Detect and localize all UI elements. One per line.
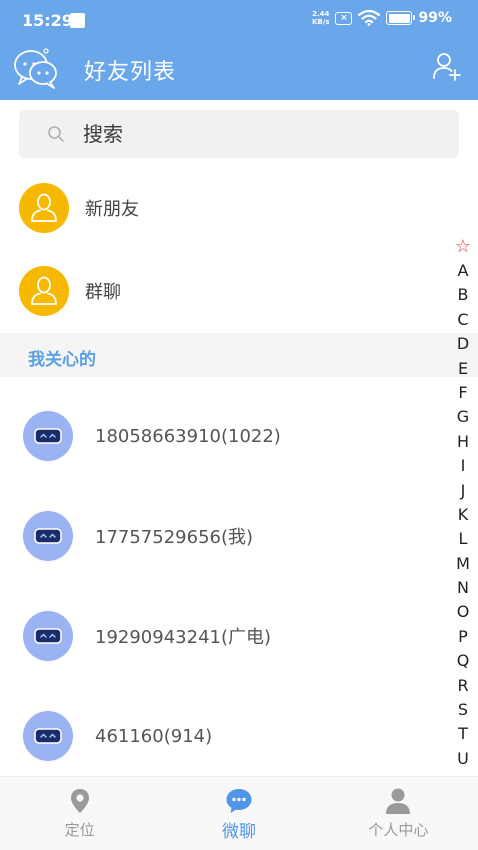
sim-disabled-icon: × [335, 11, 353, 25]
add-friend-icon[interactable] [432, 51, 462, 81]
network-speed-unit: KB/s [312, 18, 330, 26]
person-outline-icon [31, 276, 57, 305]
search-box[interactable] [19, 110, 459, 158]
network-speed-value: 2.44 [312, 10, 330, 18]
notification-icon [70, 13, 85, 28]
alpha-index-star[interactable]: ☆ [455, 235, 471, 259]
location-pin-icon [70, 789, 89, 813]
alpha-index-letter[interactable]: H [457, 430, 469, 454]
chat-logo-icon [14, 48, 57, 89]
alpha-index-letter[interactable]: L [459, 527, 468, 551]
alpha-index-letter[interactable]: C [457, 308, 468, 332]
robot-face-icon [34, 628, 62, 644]
contact-name: 17757529656(我) [95, 527, 254, 548]
alpha-index-letter[interactable]: D [457, 332, 469, 356]
new-friends-avatar [19, 183, 69, 233]
person-outline-icon [31, 193, 57, 222]
battery-level: 99% [418, 10, 452, 26]
group-chat-label: 群聊 [85, 282, 121, 303]
contact-name: 461160(914) [95, 725, 213, 747]
contact-row[interactable]: 19290943241(广电) [0, 586, 450, 686]
alpha-index-letter[interactable]: O [457, 600, 470, 624]
wifi-icon [358, 10, 381, 26]
contact-row[interactable]: 17757529656(我) [0, 486, 450, 586]
alpha-index-letter[interactable]: N [457, 576, 469, 600]
chat-bubble-icon [226, 789, 252, 813]
nav-tab-chat[interactable]: 微聊 [159, 777, 318, 850]
nav-label-profile: 个人中心 [368, 821, 429, 839]
alpha-index-letter[interactable]: Q [457, 649, 470, 673]
battery-icon [386, 11, 416, 25]
alpha-index-letter[interactable]: S [458, 698, 468, 722]
alpha-index-letter[interactable]: T [458, 722, 468, 746]
alpha-index-letter[interactable]: B [458, 283, 469, 307]
section-label: 我关心的 [28, 350, 96, 370]
contact-avatar [23, 511, 73, 561]
contact-name: 18058663910(1022) [95, 425, 281, 447]
contact-list: 18058663910(1022) 17757529656(我) 1929094… [0, 386, 450, 786]
app-header: 15:29 2.44 KB/s × 99% 好友列表 [0, 0, 478, 100]
robot-face-icon [34, 728, 62, 744]
alpha-index-letter[interactable]: P [458, 625, 468, 649]
status-time: 15:29 [22, 11, 73, 30]
nav-label-chat: 微聊 [221, 822, 256, 842]
alpha-index-letter[interactable]: A [458, 259, 469, 283]
bottom-nav: 定位 微聊 个人中心 [0, 776, 478, 850]
page-title: 好友列表 [84, 60, 177, 85]
status-indicators: 2.44 KB/s × 99% [312, 10, 452, 26]
robot-face-icon [34, 528, 62, 544]
alpha-index-letter[interactable]: R [457, 674, 468, 698]
search-input[interactable] [83, 122, 413, 146]
robot-face-icon [34, 428, 62, 444]
alpha-index-letter[interactable]: I [461, 454, 466, 478]
new-friends-label: 新朋友 [85, 199, 139, 220]
network-speed: 2.44 KB/s [312, 10, 329, 26]
alpha-index-letter[interactable]: U [457, 747, 469, 771]
group-chat-avatar [19, 266, 69, 316]
alpha-index-letter[interactable]: M [456, 552, 470, 576]
alpha-index-letter[interactable]: F [458, 381, 467, 405]
contact-avatar [23, 411, 73, 461]
contact-avatar [23, 711, 73, 761]
new-friends-row[interactable]: 新朋友 [0, 168, 450, 248]
alpha-index-letter[interactable]: K [458, 503, 469, 527]
nav-tab-profile[interactable]: 个人中心 [319, 777, 478, 850]
nav-tab-location[interactable]: 定位 [0, 777, 159, 850]
person-icon [386, 788, 411, 814]
alphabet-index: ☆ A B C D E F G H I J K L M N O P Q R S … [454, 235, 472, 771]
status-bar: 15:29 2.44 KB/s × 99% [0, 0, 478, 40]
alpha-index-letter[interactable]: G [457, 405, 469, 429]
alpha-index-letter[interactable]: J [461, 479, 466, 503]
section-header: 我关心的 [0, 333, 478, 377]
search-icon [48, 126, 64, 142]
contact-row[interactable]: 18058663910(1022) [0, 386, 450, 486]
title-bar: 好友列表 [0, 40, 478, 100]
contact-name: 19290943241(广电) [95, 627, 272, 648]
nav-label-location: 定位 [64, 821, 95, 839]
contact-row[interactable]: 461160(914) [0, 686, 450, 786]
group-chat-row[interactable]: 群聊 [0, 251, 450, 331]
alpha-index-letter[interactable]: E [458, 357, 468, 381]
contact-avatar [23, 611, 73, 661]
